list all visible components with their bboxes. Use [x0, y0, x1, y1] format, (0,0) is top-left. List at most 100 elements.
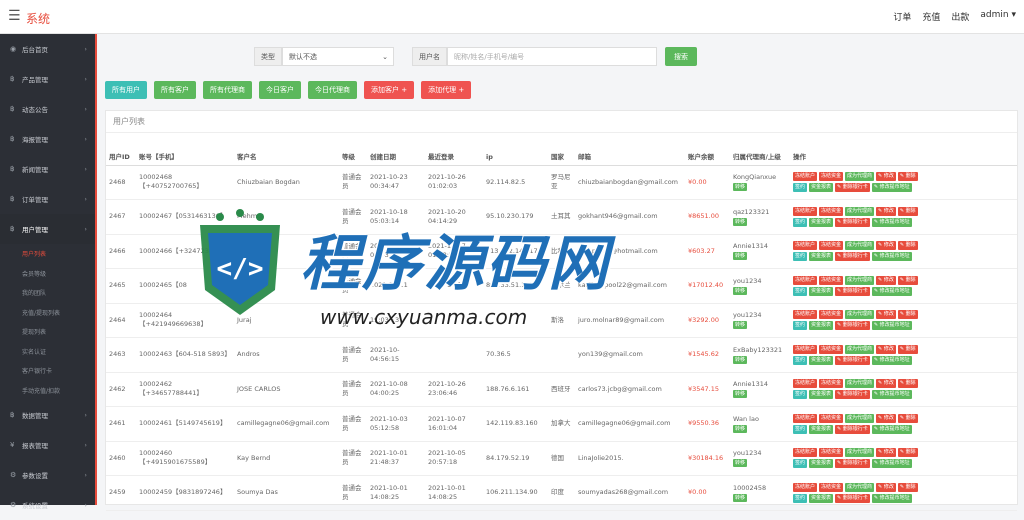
transfer-tag[interactable]: 转移	[733, 286, 748, 295]
nav-orders[interactable]: 订单	[893, 10, 911, 23]
sign-button[interactable]: 签约	[793, 252, 808, 262]
nav-recharge[interactable]: 充值	[922, 10, 940, 23]
nav-withdraw[interactable]: 出款	[951, 10, 969, 23]
sign-button[interactable]: 签约	[793, 183, 808, 193]
freeze-funds-button[interactable]: 冻结资金	[819, 206, 844, 216]
sign-button[interactable]: 签约	[793, 424, 808, 434]
delete-button[interactable]: ✎ 删除	[897, 275, 918, 285]
fund-report-button[interactable]: 资金报表	[809, 321, 834, 331]
fund-report-button[interactable]: 资金报表	[809, 183, 834, 193]
make-agent-button[interactable]: 成为代理商	[845, 413, 875, 423]
make-agent-button[interactable]: 成为代理商	[845, 344, 875, 354]
delete-button[interactable]: ✎ 删除	[897, 379, 918, 389]
edit-button[interactable]: ✎ 修改	[876, 275, 896, 285]
sidebar-item[interactable]: ฿ 新闻管理 ›	[0, 154, 97, 184]
sidebar-subitem[interactable]: 客户银行卡	[0, 361, 97, 381]
sidebar-item[interactable]: ฿ 产品管理 ›	[0, 64, 97, 94]
delete-bankcard-button[interactable]: ✎ 删除银行卡	[835, 252, 870, 262]
delete-button[interactable]: ✎ 删除	[897, 344, 918, 354]
fund-report-button[interactable]: 资金报表	[809, 493, 834, 503]
edit-address-button[interactable]: ✎ 修改提币地址	[871, 355, 912, 365]
sidebar-item[interactable]: ¥ 报表管理 ›	[0, 430, 97, 460]
fund-report-button[interactable]: 资金报表	[809, 217, 834, 227]
make-agent-button[interactable]: 成为代理商	[845, 448, 875, 458]
edit-address-button[interactable]: ✎ 修改提币地址	[871, 424, 912, 434]
freeze-funds-button[interactable]: 冻结资金	[819, 310, 844, 320]
freeze-account-button[interactable]: 冻结账户	[793, 310, 818, 320]
freeze-funds-button[interactable]: 冻结资金	[819, 344, 844, 354]
sign-button[interactable]: 签约	[793, 459, 808, 469]
delete-button[interactable]: ✎ 删除	[897, 448, 918, 458]
edit-address-button[interactable]: ✎ 修改提币地址	[871, 217, 912, 227]
transfer-tag[interactable]: 转移	[733, 424, 748, 433]
make-agent-button[interactable]: 成为代理商	[845, 275, 875, 285]
sign-button[interactable]: 签约	[793, 321, 808, 331]
transfer-tag[interactable]: 转移	[733, 217, 748, 226]
freeze-account-button[interactable]: 冻结账户	[793, 379, 818, 389]
fund-report-button[interactable]: 资金报表	[809, 424, 834, 434]
sidebar-subitem[interactable]: 充值/提现列表	[0, 303, 97, 323]
delete-bankcard-button[interactable]: ✎ 删除银行卡	[835, 355, 870, 365]
freeze-funds-button[interactable]: 冻结资金	[819, 379, 844, 389]
sidebar-item[interactable]: ฿ 数据管理 ›	[0, 400, 97, 430]
freeze-account-button[interactable]: 冻结账户	[793, 482, 818, 492]
freeze-account-button[interactable]: 冻结账户	[793, 344, 818, 354]
today-customers-button[interactable]: 今日客户	[259, 81, 301, 99]
freeze-funds-button[interactable]: 冻结资金	[819, 413, 844, 423]
freeze-account-button[interactable]: 冻结账户	[793, 172, 818, 182]
freeze-funds-button[interactable]: 冻结资金	[819, 172, 844, 182]
edit-button[interactable]: ✎ 修改	[876, 172, 896, 182]
transfer-tag[interactable]: 转移	[733, 390, 748, 399]
sidebar-subitem[interactable]: 提现列表	[0, 322, 97, 342]
delete-button[interactable]: ✎ 删除	[897, 241, 918, 251]
delete-button[interactable]: ✎ 删除	[897, 172, 918, 182]
sidebar-item[interactable]: ⚙ 系统设置 ›	[0, 490, 97, 520]
freeze-account-button[interactable]: 冻结账户	[793, 448, 818, 458]
delete-bankcard-button[interactable]: ✎ 删除银行卡	[835, 424, 870, 434]
edit-button[interactable]: ✎ 修改	[876, 482, 896, 492]
transfer-tag[interactable]: 转移	[733, 321, 748, 330]
freeze-funds-button[interactable]: 冻结资金	[819, 275, 844, 285]
delete-bankcard-button[interactable]: ✎ 删除银行卡	[835, 390, 870, 400]
sign-button[interactable]: 签约	[793, 286, 808, 296]
make-agent-button[interactable]: 成为代理商	[845, 206, 875, 216]
sidebar-subitem[interactable]: 会员等级	[0, 264, 97, 284]
edit-button[interactable]: ✎ 修改	[876, 206, 896, 216]
delete-bankcard-button[interactable]: ✎ 删除银行卡	[835, 459, 870, 469]
sidebar-item[interactable]: ฿ 用户管理 ›	[0, 214, 97, 244]
sidebar-subitem[interactable]: 我的团队	[0, 283, 97, 303]
edit-button[interactable]: ✎ 修改	[876, 379, 896, 389]
sidebar-subitem[interactable]: 用户列表	[0, 244, 97, 264]
transfer-tag[interactable]: 转移	[733, 252, 748, 261]
edit-address-button[interactable]: ✎ 修改提币地址	[871, 252, 912, 262]
sidebar-subitem[interactable]: 实名认证	[0, 342, 97, 362]
sidebar-item[interactable]: ฿ 海报管理 ›	[0, 124, 97, 154]
edit-button[interactable]: ✎ 修改	[876, 413, 896, 423]
delete-button[interactable]: ✎ 删除	[897, 206, 918, 216]
make-agent-button[interactable]: 成为代理商	[845, 172, 875, 182]
delete-button[interactable]: ✎ 删除	[897, 413, 918, 423]
fund-report-button[interactable]: 资金报表	[809, 390, 834, 400]
transfer-tag[interactable]: 转移	[733, 493, 748, 502]
make-agent-button[interactable]: 成为代理商	[845, 310, 875, 320]
fund-report-button[interactable]: 资金报表	[809, 355, 834, 365]
sidebar-item[interactable]: ◉ 后台首页 ›	[0, 34, 97, 64]
sidebar-item[interactable]: ⚙ 参数设置 ›	[0, 460, 97, 490]
delete-button[interactable]: ✎ 删除	[897, 482, 918, 492]
transfer-tag[interactable]: 转移	[733, 459, 748, 468]
freeze-account-button[interactable]: 冻结账户	[793, 206, 818, 216]
edit-button[interactable]: ✎ 修改	[876, 448, 896, 458]
sign-button[interactable]: 签约	[793, 493, 808, 503]
make-agent-button[interactable]: 成为代理商	[845, 482, 875, 492]
search-button[interactable]: 搜索	[665, 47, 697, 66]
sidebar-item[interactable]: ฿ 动态公告 ›	[0, 94, 97, 124]
make-agent-button[interactable]: 成为代理商	[845, 241, 875, 251]
edit-button[interactable]: ✎ 修改	[876, 310, 896, 320]
today-agents-button[interactable]: 今日代理商	[308, 81, 357, 99]
delete-bankcard-button[interactable]: ✎ 删除银行卡	[835, 493, 870, 503]
make-agent-button[interactable]: 成为代理商	[845, 379, 875, 389]
freeze-account-button[interactable]: 冻结账户	[793, 241, 818, 251]
menu-icon[interactable]: ☰	[8, 9, 21, 23]
edit-address-button[interactable]: ✎ 修改提币地址	[871, 459, 912, 469]
add-agent-button[interactable]: 添加代理 +	[421, 81, 472, 99]
